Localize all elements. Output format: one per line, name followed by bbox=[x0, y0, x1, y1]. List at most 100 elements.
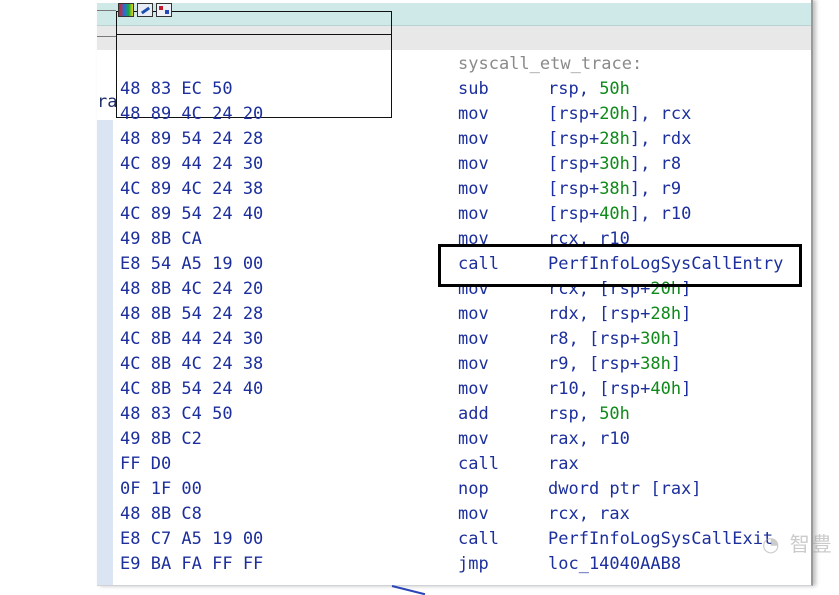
operands[interactable]: PerfInfoLogSysCallExit bbox=[548, 527, 773, 552]
node-toolbar bbox=[118, 3, 172, 19]
operands[interactable]: dword ptr [rax] bbox=[548, 477, 702, 502]
operand-text: [rsp+ bbox=[548, 204, 600, 224]
mnemonic: call bbox=[458, 454, 499, 474]
mnemonic: mov bbox=[458, 204, 489, 224]
operands[interactable]: loc_14040AAB8 bbox=[548, 552, 681, 577]
operands[interactable]: rax, r10 bbox=[548, 427, 630, 452]
operands[interactable]: [rsp+38h], r9 bbox=[548, 177, 681, 202]
opcode-bytes: 4C 8B 54 24 40 bbox=[120, 379, 264, 399]
operand-text: PerfInfoLogSysCallExit bbox=[548, 529, 774, 549]
opcode-bytes: E8 C7 A5 19 00 bbox=[120, 529, 264, 549]
opcode-bytes: 4C 89 4C 24 38 bbox=[120, 179, 264, 199]
immediate-value: 50h bbox=[599, 79, 630, 99]
opcode-bytes: 4C 8B 4C 24 38 bbox=[120, 354, 264, 374]
mnemonic: call bbox=[458, 529, 499, 549]
operand-text: rax, r10 bbox=[548, 429, 630, 449]
operand-text: rax bbox=[548, 454, 579, 474]
opcode-bytes: 49 8B C2 bbox=[120, 429, 202, 449]
graph-overview-icon[interactable] bbox=[156, 3, 172, 17]
operands[interactable]: [rsp+28h], rdx bbox=[548, 127, 691, 152]
mnemonic: sub bbox=[458, 79, 489, 99]
mnemonic: mov bbox=[458, 354, 489, 374]
operands[interactable]: rcx, rax bbox=[548, 502, 630, 527]
operand-text: r9, [rsp+ bbox=[548, 354, 641, 374]
opcode-bytes: E8 54 A5 19 00 bbox=[120, 254, 264, 274]
mnemonic: mov bbox=[458, 304, 489, 324]
partial-text: ra bbox=[97, 92, 118, 112]
immediate-value: 28h bbox=[599, 129, 630, 149]
operand-text: ], r8 bbox=[629, 154, 682, 174]
operand-text: ], r9 bbox=[629, 179, 682, 199]
operands[interactable]: r9, [rsp+38h] bbox=[548, 352, 681, 377]
mnemonic: mov bbox=[458, 504, 489, 524]
operand-text: ] bbox=[670, 354, 682, 374]
operand-text: [rsp+ bbox=[548, 129, 600, 149]
divider bbox=[97, 10, 116, 11]
opcode-bytes: 48 83 EC 50 bbox=[120, 79, 233, 99]
immediate-value: 30h bbox=[640, 329, 671, 349]
operand-text: r10, [rsp+ bbox=[548, 379, 651, 399]
mnemonic: mov bbox=[458, 379, 489, 399]
mnemonic: jmp bbox=[458, 554, 489, 574]
operands[interactable]: [rsp+40h], r10 bbox=[548, 202, 691, 227]
opcode-bytes: 0F 1F 00 bbox=[120, 479, 202, 499]
operands[interactable]: rsp, 50h bbox=[548, 77, 630, 102]
opcode-bytes: 48 83 C4 50 bbox=[120, 404, 233, 424]
mnemonic: mov bbox=[458, 154, 489, 174]
operand-text: r8, [rsp+ bbox=[548, 329, 641, 349]
immediate-value: 28h bbox=[650, 304, 682, 324]
immediate-value: 38h bbox=[640, 354, 671, 374]
graph-edge-shadow bbox=[97, 120, 113, 585]
mnemonic: mov bbox=[458, 104, 489, 124]
operand-text: ] bbox=[670, 329, 682, 349]
mnemonic: nop bbox=[458, 479, 489, 499]
operand-text: [rsp+ bbox=[548, 104, 600, 124]
operand-text: ], r10 bbox=[629, 204, 692, 224]
mnemonic: add bbox=[458, 404, 489, 424]
function-label[interactable]: syscall_etw_trace: bbox=[458, 54, 642, 74]
edit-node-icon[interactable] bbox=[137, 3, 153, 17]
operands[interactable]: rdx, [rsp+28h] bbox=[548, 302, 691, 327]
opcode-bytes: 4C 8B 44 24 30 bbox=[120, 329, 264, 349]
immediate-value: 40h bbox=[650, 379, 682, 399]
operands[interactable]: rax bbox=[548, 452, 579, 477]
watermark: ◔ 智豊 bbox=[762, 532, 834, 556]
color-palette-icon[interactable] bbox=[118, 3, 134, 17]
opcode-bytes: 48 89 4C 24 20 bbox=[120, 104, 264, 124]
opcode-bytes: 48 8B 4C 24 20 bbox=[120, 279, 264, 299]
immediate-value: 30h bbox=[599, 154, 630, 174]
operands[interactable]: r8, [rsp+30h] bbox=[548, 327, 681, 352]
operands[interactable]: rsp, 50h bbox=[548, 402, 630, 427]
operand-text: ], rcx bbox=[629, 104, 692, 124]
operand-text: ] bbox=[681, 304, 692, 324]
opcode-bytes: 49 8B CA bbox=[120, 229, 202, 249]
immediate-value: 50h bbox=[599, 404, 630, 424]
operands[interactable]: [rsp+30h], r8 bbox=[548, 152, 681, 177]
divider bbox=[97, 36, 116, 37]
immediate-value: 38h bbox=[599, 179, 630, 199]
opcode-bytes: E9 BA FA FF FF bbox=[120, 554, 264, 574]
highlight-box bbox=[438, 244, 802, 287]
operand-text: ] bbox=[681, 379, 692, 399]
opcode-bytes: 4C 89 44 24 30 bbox=[120, 154, 264, 174]
operand-text: rdx, [rsp+ bbox=[548, 304, 651, 324]
mnemonic: mov bbox=[458, 429, 489, 449]
operand-text: loc_14040AAB8 bbox=[548, 554, 682, 574]
opcode-bytes: 48 89 54 24 28 bbox=[120, 129, 264, 149]
mnemonic: mov bbox=[458, 179, 489, 199]
operand-text: dword ptr [rax] bbox=[548, 479, 702, 499]
operand-text: rsp, bbox=[548, 79, 600, 99]
opcode-bytes: 48 8B C8 bbox=[120, 504, 202, 524]
mnemonic: mov bbox=[458, 329, 489, 349]
operands[interactable]: r10, [rsp+40h] bbox=[548, 377, 691, 402]
immediate-value: 40h bbox=[599, 204, 630, 224]
operand-text: ], rdx bbox=[629, 129, 692, 149]
opcode-bytes: 4C 89 54 24 40 bbox=[120, 204, 264, 224]
opcode-bytes: 48 8B 54 24 28 bbox=[120, 304, 264, 324]
node-header-divider bbox=[117, 34, 391, 35]
operand-text: [rsp+ bbox=[548, 179, 600, 199]
graph-edge bbox=[391, 585, 426, 595]
mnemonic: mov bbox=[458, 129, 489, 149]
operand-text: rcx, rax bbox=[548, 504, 630, 524]
operands[interactable]: [rsp+20h], rcx bbox=[548, 102, 691, 127]
